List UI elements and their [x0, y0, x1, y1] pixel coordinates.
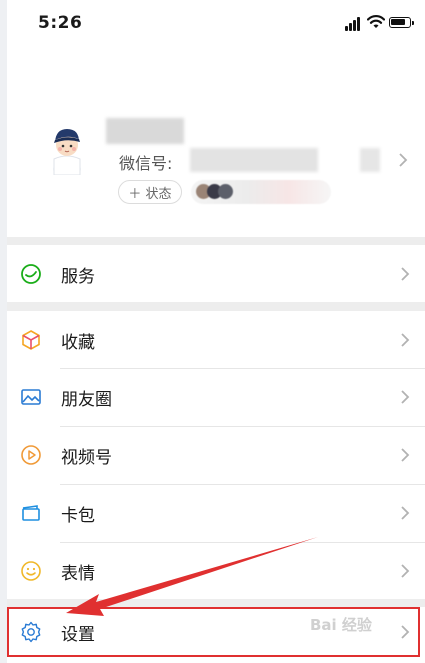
chevron-right-icon: [401, 564, 410, 578]
chevron-right-icon: [401, 333, 410, 347]
chevron-right-icon: [401, 267, 410, 281]
menu-item-label: 朋友圈: [61, 390, 112, 410]
menu-item-label: 卡包: [61, 506, 95, 526]
menu-item-label: 服务: [61, 267, 95, 287]
channels-play-icon: [21, 445, 41, 465]
battery-icon: [389, 17, 414, 28]
chevron-right-icon: [401, 390, 410, 404]
menu-item-label: 表情: [61, 564, 95, 584]
section-separator: [7, 302, 425, 311]
status-time: 5:26: [38, 13, 83, 33]
highlight-box: [7, 607, 420, 657]
section-separator: [7, 237, 425, 245]
chevron-right-icon: [401, 506, 410, 520]
signal-icon: [345, 17, 363, 31]
stickers-smiley-icon: [21, 561, 41, 581]
services-icon: [21, 264, 41, 284]
menu-item-label: 视频号: [61, 448, 112, 468]
wechat-id-redacted: [190, 148, 318, 172]
status-button[interactable]: ＋ 状态: [118, 180, 182, 204]
menu-item-moments[interactable]: 朋友圈: [7, 369, 425, 425]
chevron-right-icon: [399, 153, 408, 167]
friends-status-pill[interactable]: [191, 180, 331, 204]
chevron-right-icon: [401, 448, 410, 462]
menu-item-cards[interactable]: 卡包: [7, 485, 425, 541]
menu-item-stickers[interactable]: 表情: [7, 543, 425, 599]
qr-code-redacted: [360, 148, 380, 172]
section-separator: [7, 599, 425, 607]
left-edge: [0, 0, 7, 663]
wifi-icon: [367, 15, 385, 28]
favorites-cube-icon: [22, 330, 40, 350]
wechat-id-label: 微信号:: [119, 154, 173, 173]
nickname-redacted: [106, 118, 184, 144]
menu-item-services[interactable]: 服务: [7, 246, 425, 302]
status-bar: 5:26: [7, 0, 425, 48]
friend-avatar: [218, 184, 233, 199]
avatar[interactable]: [44, 123, 90, 175]
cards-wallet-icon: [22, 505, 40, 521]
menu-item-channels[interactable]: 视频号: [7, 427, 425, 483]
moments-image-icon: [21, 389, 41, 405]
menu-item-favorites[interactable]: 收藏: [7, 312, 425, 368]
menu-item-label: 收藏: [61, 333, 95, 353]
